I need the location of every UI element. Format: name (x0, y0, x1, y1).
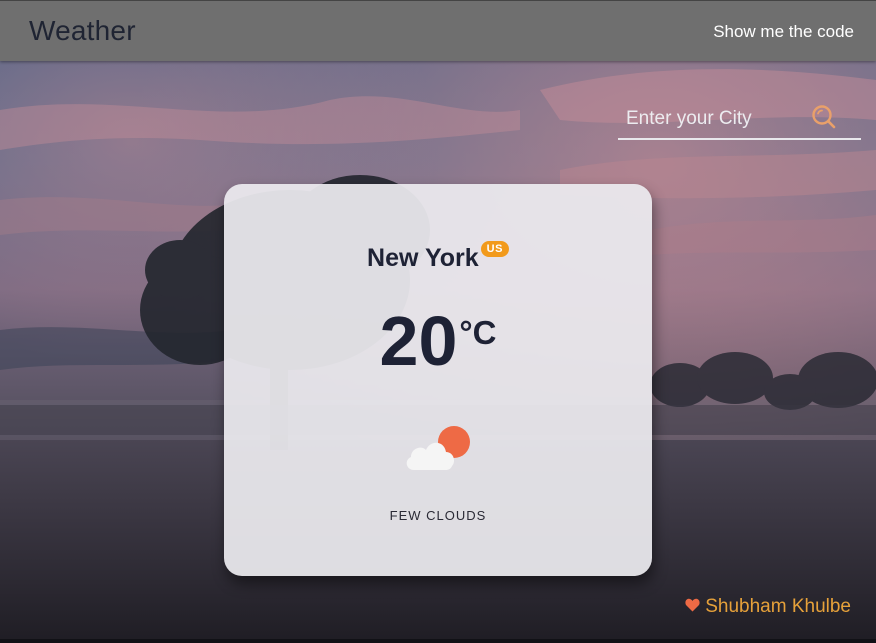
author-credit-link[interactable]: Shubham Khulbe (685, 596, 851, 618)
heart-icon (685, 599, 700, 612)
bottom-border (0, 639, 876, 643)
weather-description: FEW CLOUDS (389, 508, 487, 523)
few-clouds-icon (406, 426, 470, 470)
location-row: New York US (224, 241, 652, 273)
temperature-unit: °C (459, 314, 497, 351)
country-badge: US (480, 241, 509, 257)
city-search-bar (618, 100, 861, 140)
app-title[interactable]: Weather (29, 15, 136, 47)
search-icon[interactable] (810, 103, 838, 131)
city-name: New York (367, 244, 479, 272)
temperature-row: 20°C (224, 306, 652, 376)
top-navbar: Weather Show me the code (0, 0, 876, 61)
author-name: Shubham Khulbe (705, 596, 851, 617)
city-search-input[interactable] (626, 106, 806, 132)
temperature-value: 20 (379, 302, 458, 380)
weather-card: New York US 20°C FEW CLOUDS (224, 184, 652, 576)
weather-app: Weather Show me the code New YorkUS 20°C… (0, 0, 876, 643)
show-code-link[interactable]: Show me the code (713, 22, 854, 42)
